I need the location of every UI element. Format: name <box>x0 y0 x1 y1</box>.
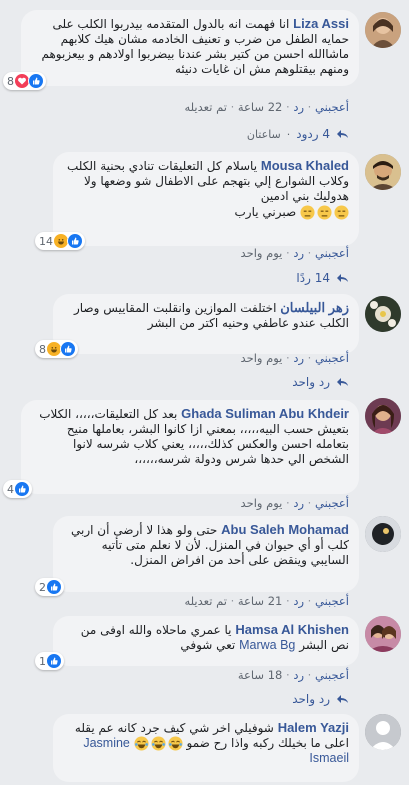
reaction-summary[interactable]: 4 <box>3 480 32 498</box>
view-replies[interactable]: 14 ردًا <box>296 271 349 285</box>
timestamp[interactable]: يوم واحد <box>241 496 283 510</box>
avatar[interactable] <box>365 154 401 190</box>
tears-of-joy-emoji-icon <box>134 736 183 751</box>
reaction-count: 8 <box>7 74 14 88</box>
view-replies[interactable]: رد واحد <box>292 692 349 706</box>
replies-time: ساعتان <box>246 127 281 141</box>
reply-link[interactable]: رد <box>293 668 304 682</box>
reaction-summary[interactable]: 8 <box>35 340 78 358</box>
like-icon <box>46 653 62 669</box>
comment-author[interactable]: Ghada Suliman Abu Khdeir <box>181 406 349 421</box>
replies-count[interactable]: 14 ردًا <box>296 271 330 285</box>
comment-author[interactable]: Liza Assi <box>293 16 349 31</box>
comment-author[interactable]: Mousa Khaled <box>261 158 349 173</box>
mention-link[interactable]: Marwa Bg <box>239 638 295 652</box>
comment-bubble: Liza Assi انا فهمت انه بالدول المتقدمه ب… <box>3 10 359 90</box>
comment-bubble: Hamsa Al Khishen يا عمري ماحلاه والله او… <box>35 616 359 670</box>
comment-author[interactable]: زهر البيلسان <box>280 300 349 315</box>
timestamp[interactable]: 21 ساعة <box>238 594 282 608</box>
edited-label[interactable]: تم تعديله <box>184 100 226 114</box>
reaction-count: 1 <box>39 654 46 668</box>
reply-arrow-icon <box>336 376 349 389</box>
avatar[interactable] <box>365 516 401 552</box>
avatar[interactable] <box>365 616 401 652</box>
comment-actions: أعجبني · رد · يوم واحد <box>240 351 349 365</box>
reply-link[interactable]: رد <box>293 100 304 114</box>
comment-bubble: Abu Saleh Mohamad حتى ولو هذا لا أرضى أن… <box>35 516 359 596</box>
edited-label[interactable]: تم تعديله <box>184 594 226 608</box>
replies-count[interactable]: رد واحد <box>292 375 330 389</box>
avatar[interactable] <box>365 714 401 750</box>
replies-count[interactable]: 4 ردود <box>296 127 330 141</box>
like-link[interactable]: أعجبني <box>315 246 349 260</box>
comment-actions: أعجبني · رد · 18 ساعة <box>237 668 349 682</box>
timestamp[interactable]: يوم واحد <box>241 246 283 260</box>
reply-arrow-icon <box>336 272 349 285</box>
reply-link[interactable]: رد <box>293 351 304 365</box>
comment-author[interactable]: Halem Yazji <box>278 720 349 735</box>
comment-bubble: زهر البيلسان اختلفت الموازين وانقلبت الم… <box>35 294 359 358</box>
avatar[interactable] <box>365 398 401 434</box>
reaction-summary[interactable]: 2 <box>35 578 64 596</box>
like-link[interactable]: أعجبني <box>315 100 349 114</box>
comment-bubble: Ghada Suliman Abu Khdeir بعد كل التعليقا… <box>3 400 359 498</box>
avatar[interactable] <box>365 296 401 332</box>
like-link[interactable]: أعجبني <box>315 496 349 510</box>
reaction-summary[interactable]: 8 <box>3 72 46 90</box>
comment-actions: أعجبني · رد · 22 ساعة · تم تعديله <box>184 100 349 114</box>
comment-bubble: Mousa Khaled ياسلام كل التعليقات تنادي ب… <box>35 152 359 250</box>
comment-text-extra: تعي شوفي <box>180 638 236 652</box>
comment-author[interactable]: Hamsa Al Khishen <box>235 622 349 637</box>
replies-count[interactable]: رد واحد <box>292 692 330 706</box>
comments-feed: Liza Assi انا فهمت انه بالدول المتقدمه ب… <box>0 0 409 785</box>
comment-author[interactable]: Abu Saleh Mohamad <box>221 522 349 537</box>
like-icon <box>60 341 76 357</box>
reaction-summary[interactable]: 1 <box>35 652 64 670</box>
reaction-count: 8 <box>39 342 46 356</box>
reaction-count: 2 <box>39 580 46 594</box>
like-link[interactable]: أعجبني <box>315 594 349 608</box>
expressionless-emoji-icon <box>300 205 349 220</box>
reaction-count: 4 <box>7 482 14 496</box>
like-icon <box>14 481 30 497</box>
like-link[interactable]: أعجبني <box>315 668 349 682</box>
reply-link[interactable]: رد <box>293 496 304 510</box>
like-icon <box>46 579 62 595</box>
view-replies[interactable]: رد واحد <box>292 375 349 389</box>
reply-arrow-icon <box>336 693 349 706</box>
view-replies[interactable]: 4 ردود · ساعتان <box>247 127 349 141</box>
comment-actions: أعجبني · رد · يوم واحد <box>240 246 349 260</box>
avatar[interactable] <box>365 12 401 48</box>
timestamp[interactable]: 22 ساعة <box>238 100 282 114</box>
reply-arrow-icon <box>336 128 349 141</box>
comment-text-extra: صبرني يارب <box>234 205 297 219</box>
reply-link[interactable]: رد <box>293 246 304 260</box>
reaction-summary[interactable]: 14 <box>35 232 85 250</box>
like-icon <box>28 73 44 89</box>
comment-actions: أعجبني · رد · 21 ساعة · تم تعديله <box>184 594 349 608</box>
timestamp[interactable]: يوم واحد <box>241 351 283 365</box>
comment-bubble: Halem Yazji شوفيلي اخر شي كيف جرد كانه ع… <box>53 714 359 782</box>
reaction-count: 14 <box>39 234 53 248</box>
like-icon <box>67 233 83 249</box>
reply-link[interactable]: رد <box>293 594 304 608</box>
like-link[interactable]: أعجبني <box>315 351 349 365</box>
timestamp[interactable]: 18 ساعة <box>238 668 282 682</box>
comment-actions: أعجبني · رد · يوم واحد <box>240 496 349 510</box>
